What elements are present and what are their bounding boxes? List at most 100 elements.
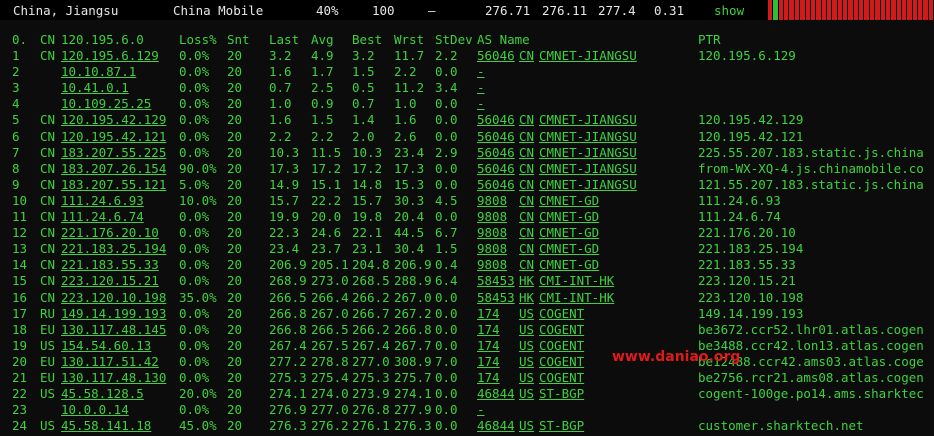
cell-asn[interactable]: 58453	[477, 273, 515, 288]
cell-as-name[interactable]: COGENT	[539, 370, 584, 385]
cell-asn[interactable]: -	[477, 80, 485, 95]
cell-as-country[interactable]: CN	[519, 177, 534, 192]
cell-last: 3.2	[269, 48, 292, 63]
cell-host[interactable]: 120.195.42.129	[61, 112, 166, 127]
cell-as-name[interactable]: ST-BGP	[539, 386, 584, 401]
cell-as-country[interactable]: CN	[519, 161, 534, 176]
table-row: 9 CN 183.207.55.121 5.0% 20 14.9 15.1 14.8 15.3 0…	[0, 177, 934, 193]
cell-as-country[interactable]: US	[519, 386, 534, 401]
cell-as-name[interactable]: CMNET-GD	[539, 209, 599, 224]
cell-asn[interactable]: 58453	[477, 290, 515, 305]
cell-as-country[interactable]: HK	[519, 290, 534, 305]
cell-as-country[interactable]: CN	[519, 209, 534, 224]
cell-host[interactable]: 10.0.0.14	[61, 402, 129, 417]
cell-as-country[interactable]: CN	[519, 241, 534, 256]
cell-asn[interactable]: 9808	[477, 225, 507, 240]
cell-host[interactable]: 183.207.26.154	[61, 161, 166, 176]
cell-loss: 0.0%	[179, 321, 210, 337]
cell-as-country[interactable]: CN	[519, 145, 534, 160]
cell-wrst: 266.8	[394, 321, 432, 337]
cell-as-country[interactable]: HK	[519, 273, 534, 288]
cell-asn[interactable]: 46844	[477, 418, 515, 433]
cell-asn[interactable]: 174	[477, 306, 500, 321]
cell-as-country[interactable]: US	[519, 370, 534, 385]
cell-host[interactable]: 130.117.51.42	[61, 354, 159, 369]
cell-host[interactable]: 221.183.25.194	[61, 241, 166, 256]
cell-as-name[interactable]: CMNET-JIANGSU	[539, 161, 637, 176]
cell-host[interactable]: 45.58.128.5	[61, 386, 144, 401]
cell-asn[interactable]: 9808	[477, 241, 507, 256]
cell-asn[interactable]: 46844	[477, 386, 515, 401]
cell-asn[interactable]: 56046	[477, 177, 515, 192]
cell-snt: 20	[227, 209, 243, 224]
cell-as-name[interactable]: CMNET-JIANGSU	[539, 48, 637, 63]
cell-asn[interactable]: 56046	[477, 129, 515, 144]
cell-host[interactable]: 120.195.42.121	[61, 129, 166, 144]
cell-last: 276.3	[269, 418, 307, 434]
cell-asn[interactable]: 56046	[477, 112, 515, 127]
cell-as-country[interactable]: US	[519, 306, 534, 321]
cell-asn[interactable]: 174	[477, 370, 500, 385]
cell-as-country[interactable]: US	[519, 322, 534, 337]
cell-host[interactable]: 221.183.55.33	[61, 257, 159, 272]
cell-asn[interactable]: -	[477, 64, 485, 79]
cell-avg: 273.0	[311, 273, 349, 289]
cell-host[interactable]: 45.58.141.18	[61, 418, 151, 433]
cell-as-name[interactable]: CMNET-GD	[539, 225, 599, 240]
cell-asn[interactable]: 174	[477, 322, 500, 337]
cell-host[interactable]: 120.195.6.129	[61, 48, 159, 63]
cell-asn[interactable]: 9808	[477, 257, 507, 272]
cell-host[interactable]: 149.14.199.193	[61, 306, 166, 321]
cell-as-name[interactable]: CMI-INT-HK	[539, 273, 614, 288]
cell-asn[interactable]: -	[477, 402, 485, 417]
cell-asn[interactable]: 9808	[477, 193, 507, 208]
cell-as-name[interactable]: CMNET-GD	[539, 257, 599, 272]
show-link[interactable]: show	[714, 3, 744, 18]
cell-host[interactable]: 223.120.15.21	[61, 273, 159, 288]
cell-as-name[interactable]: CMNET-JIANGSU	[539, 145, 637, 160]
cell-asn[interactable]: 174	[477, 338, 500, 353]
cell-host[interactable]: 111.24.6.93	[61, 193, 144, 208]
cell-as-country[interactable]: US	[519, 418, 534, 433]
cell-as-name[interactable]: COGENT	[539, 354, 584, 369]
cell-as-name[interactable]: CMI-INT-HK	[539, 290, 614, 305]
cell-as-country[interactable]: CN	[519, 225, 534, 240]
cell-host[interactable]: 154.54.60.13	[61, 338, 151, 353]
cell-host[interactable]: 221.176.20.10	[61, 225, 159, 240]
cell-host[interactable]: 130.117.48.130	[61, 370, 166, 385]
cell-loss: 0.0%	[179, 257, 210, 273]
cell-as-country[interactable]: US	[519, 338, 534, 353]
cell-wrst: 23.4	[394, 144, 425, 160]
cell-as-name[interactable]: COGENT	[539, 306, 584, 321]
cell-asn[interactable]: -	[477, 96, 485, 111]
cell-as-country[interactable]: CN	[519, 193, 534, 208]
cell-as-name[interactable]: CMNET-JIANGSU	[539, 112, 637, 127]
cell-host[interactable]: 223.120.10.198	[61, 290, 166, 305]
cell-host[interactable]: 10.41.0.1	[61, 80, 129, 95]
cell-asn[interactable]: 56046	[477, 145, 515, 160]
cell-host[interactable]: 111.24.6.74	[61, 209, 144, 224]
cell-as-name[interactable]: COGENT	[539, 338, 584, 353]
cell-host[interactable]: 130.117.48.145	[61, 322, 166, 337]
cell-asn[interactable]: 56046	[477, 161, 515, 176]
cell-host[interactable]: 10.109.25.25	[61, 96, 151, 111]
cell-asn[interactable]: 56046	[477, 48, 515, 63]
cell-as-name[interactable]: COGENT	[539, 322, 584, 337]
cell-asn[interactable]: 9808	[477, 209, 507, 224]
cell-as-country[interactable]: US	[519, 354, 534, 369]
cell-host[interactable]: 183.207.55.121	[61, 177, 166, 192]
cell-as-name[interactable]: CMNET-JIANGSU	[539, 177, 637, 192]
cell-as-name[interactable]: CMNET-GD	[539, 241, 599, 256]
cell-asn[interactable]: 174	[477, 354, 500, 369]
cell-as-name[interactable]: CMNET-GD	[539, 193, 599, 208]
cell-host[interactable]: 183.207.55.225	[61, 145, 166, 160]
cell-as-country[interactable]: CN	[519, 257, 534, 272]
cell-as-name[interactable]: ST-BGP	[539, 418, 584, 433]
cell-cc: CN	[40, 257, 56, 273]
cell-as-country[interactable]: CN	[519, 48, 534, 63]
cell-as-name[interactable]: CMNET-JIANGSU	[539, 129, 637, 144]
cell-as-country[interactable]: CN	[519, 112, 534, 127]
cell-host[interactable]: 10.10.87.1	[61, 64, 136, 79]
cell-as-country[interactable]: CN	[519, 129, 534, 144]
cell-ptr: 223.120.15.21	[698, 273, 796, 289]
